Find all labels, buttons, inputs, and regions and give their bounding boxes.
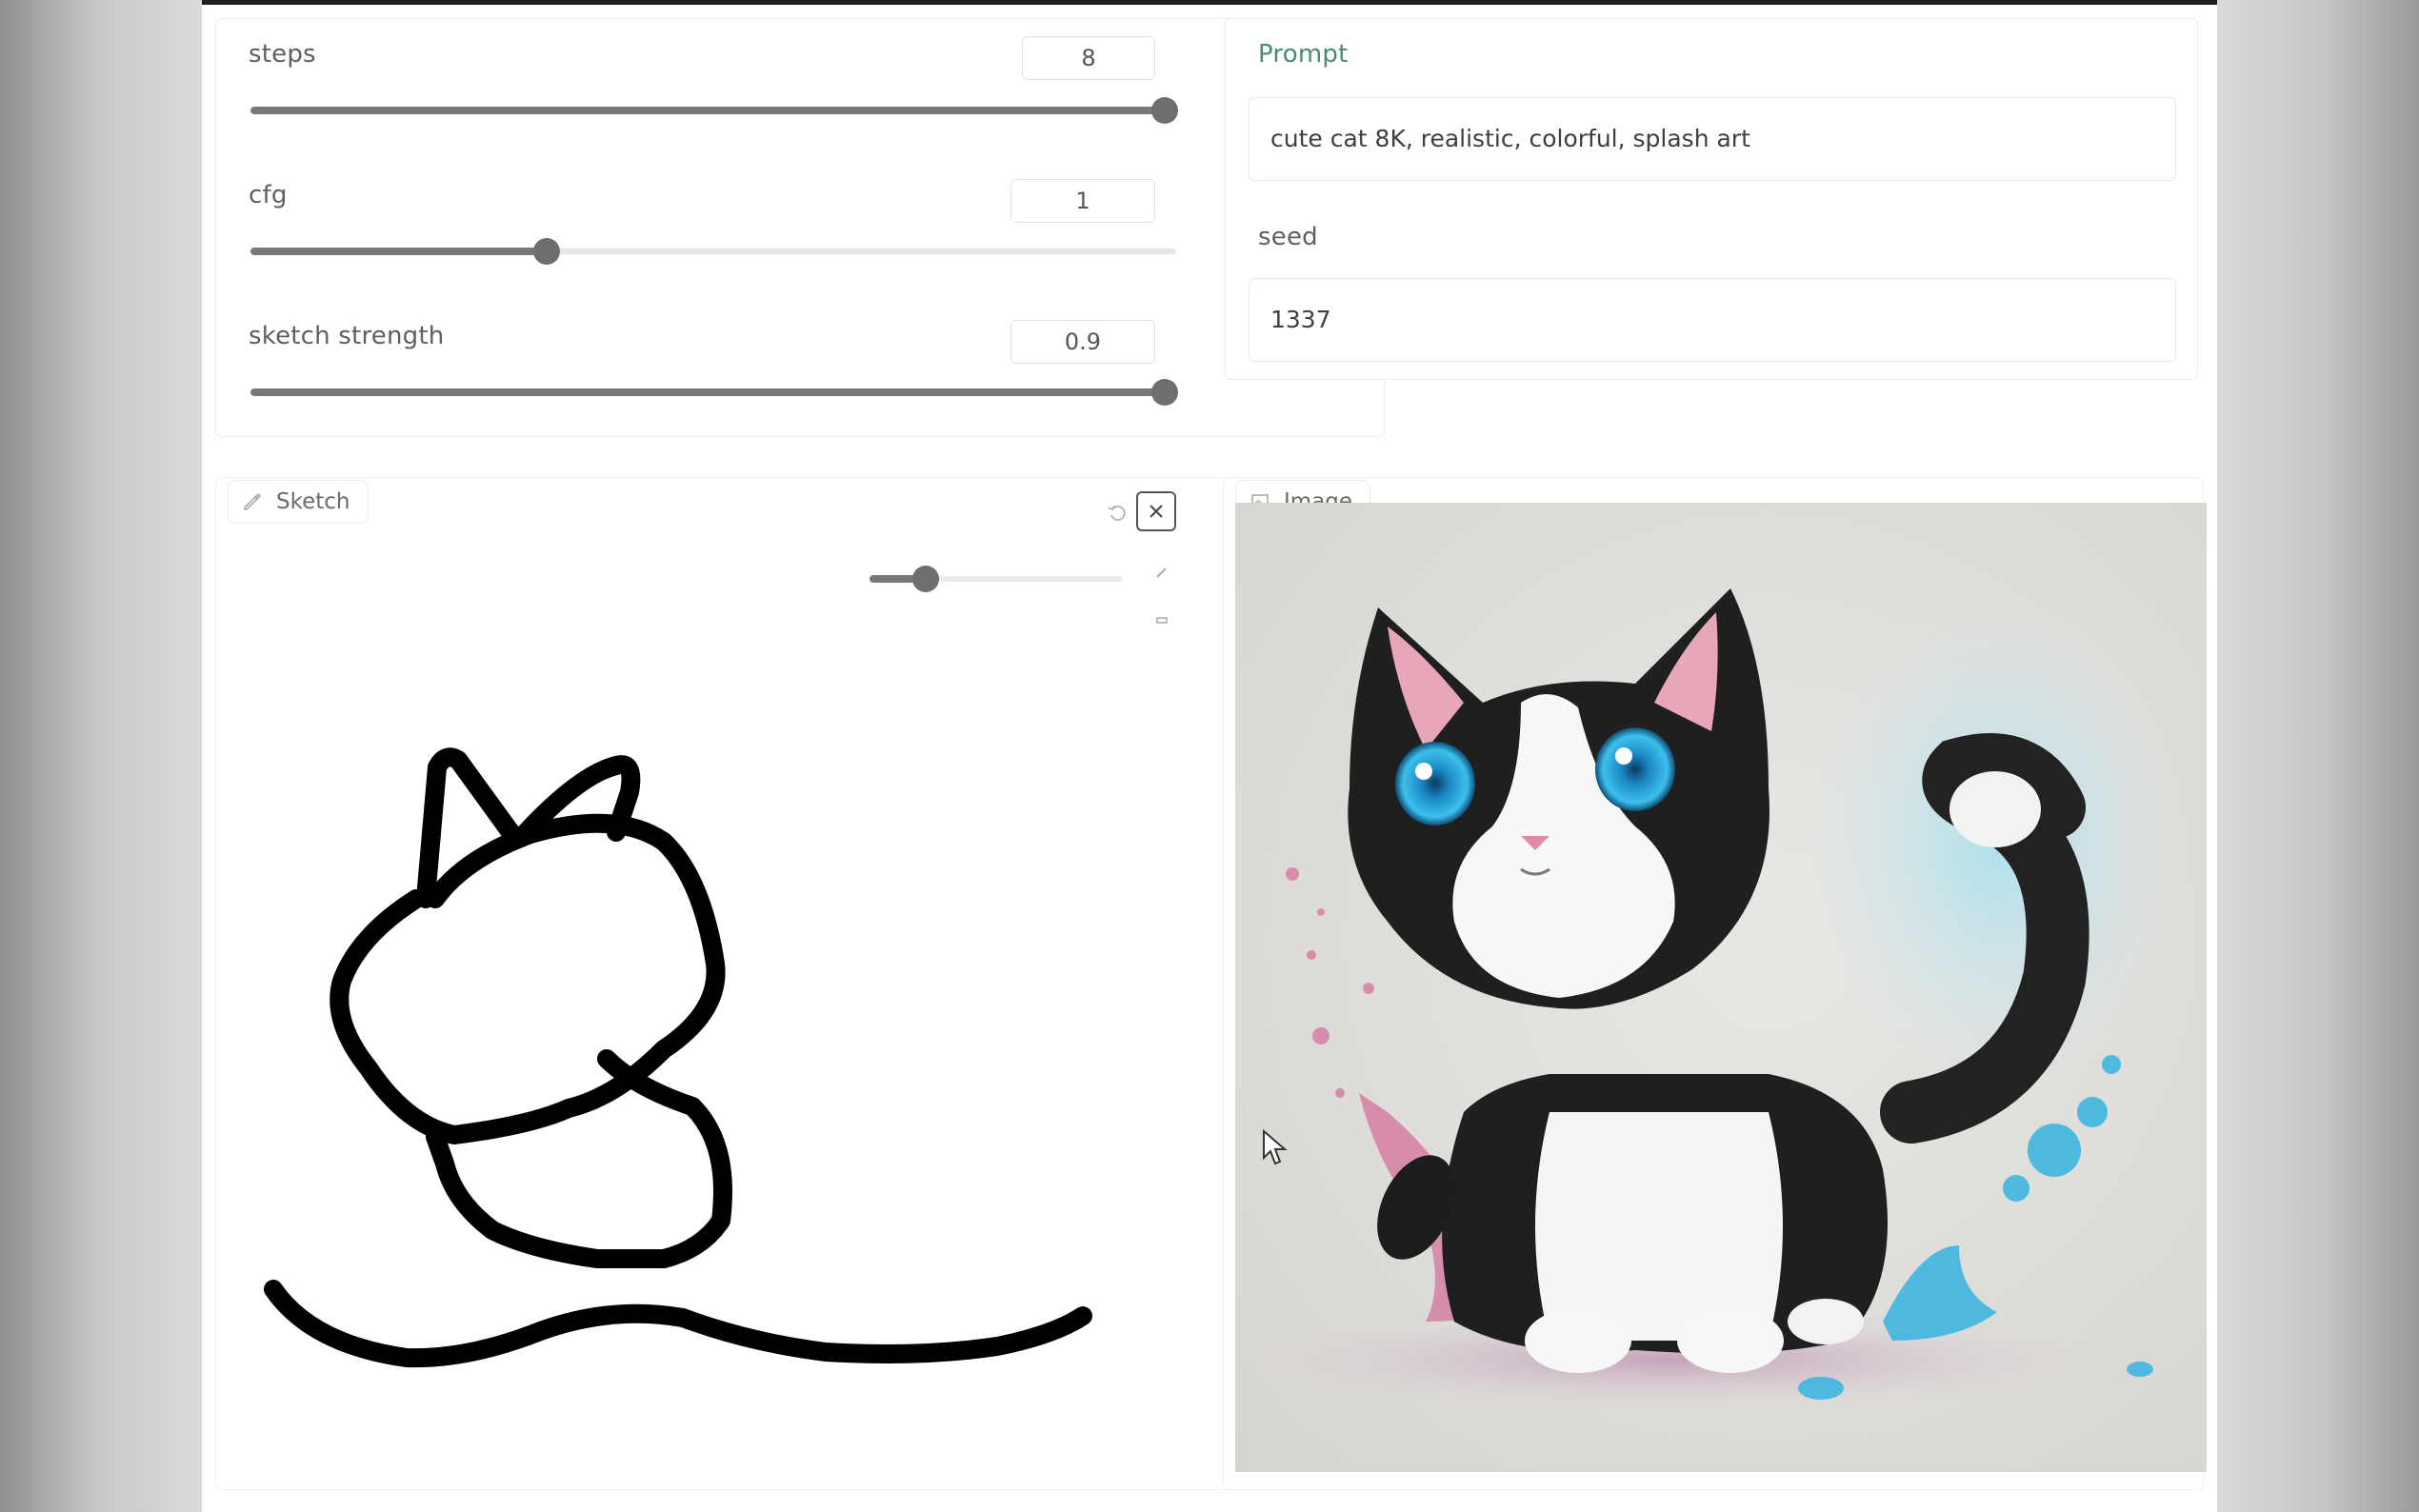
cfg-slider-thumb[interactable] bbox=[533, 238, 561, 265]
sketch-strength-slider[interactable] bbox=[250, 379, 1178, 406]
cfg-number-input[interactable]: 1 bbox=[1010, 179, 1155, 223]
sketch-tab-label: Sketch bbox=[276, 489, 350, 514]
generated-image bbox=[1235, 503, 2207, 1472]
sketch-tab: Sketch bbox=[228, 480, 369, 524]
cfg-slider-fill bbox=[250, 248, 548, 255]
steps-number-input[interactable]: 8 bbox=[1022, 36, 1155, 80]
sketch-stroke-body bbox=[426, 1049, 732, 1268]
steps-label: steps bbox=[249, 40, 316, 69]
app-window: steps 8 cfg 1 sketch strength 0.9 Prompt… bbox=[202, 0, 2217, 1512]
pencil-icon bbox=[242, 491, 263, 512]
sketch-strength-label: sketch strength bbox=[249, 322, 445, 350]
steps-slider[interactable] bbox=[250, 97, 1178, 124]
cfg-label: cfg bbox=[249, 181, 288, 209]
steps-slider-fill bbox=[250, 107, 1165, 114]
sketch-strength-slider-fill bbox=[250, 388, 1165, 396]
seed-input[interactable]: 1337 bbox=[1249, 278, 2176, 362]
sliders-panel: steps 8 cfg 1 sketch strength 0.9 bbox=[215, 18, 1385, 437]
image-panel: Image bbox=[1223, 477, 2207, 1490]
prompt-input[interactable]: cute cat 8K, realistic, colorful, splash… bbox=[1249, 97, 2176, 181]
sketch-panel: Sketch bbox=[215, 477, 1385, 1490]
prompt-label: Prompt bbox=[1258, 40, 1349, 69]
cfg-slider[interactable] bbox=[250, 238, 1176, 265]
steps-slider-thumb[interactable] bbox=[1151, 97, 1178, 124]
mouse-pointer-icon bbox=[1263, 1129, 1288, 1165]
sketch-stroke-tail bbox=[264, 1280, 1092, 1368]
sketch-strength-number-input[interactable]: 0.9 bbox=[1010, 320, 1155, 364]
sketch-canvas[interactable] bbox=[216, 573, 1386, 1487]
sketch-strength-slider-thumb[interactable] bbox=[1151, 379, 1178, 406]
undo-icon[interactable] bbox=[1098, 493, 1136, 531]
close-icon[interactable] bbox=[1136, 491, 1176, 531]
seed-label: seed bbox=[1258, 223, 1318, 251]
prompt-seed-panel: Prompt cute cat 8K, realistic, colorful,… bbox=[1225, 18, 2198, 380]
